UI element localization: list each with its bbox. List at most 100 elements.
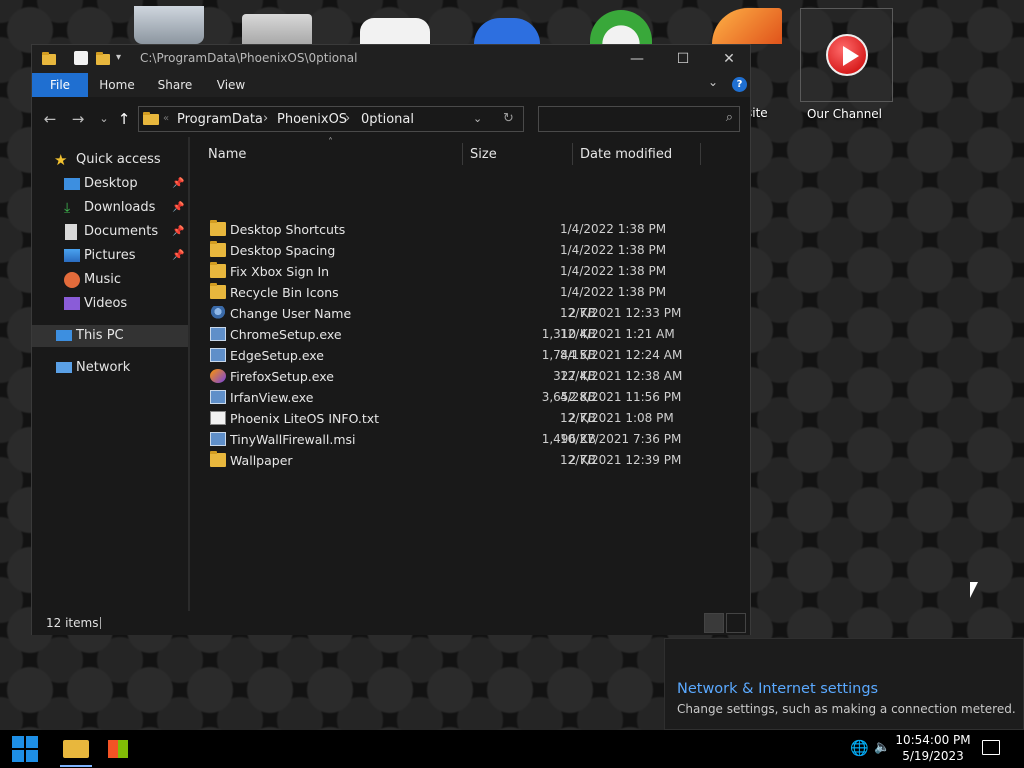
- nav-pictures[interactable]: Pictures 📌: [32, 245, 188, 267]
- file-row[interactable]: Desktop Spacing 1/4/2022 1:38 PM: [206, 240, 746, 261]
- executable-icon: [210, 348, 226, 362]
- pin-icon[interactable]: 📌: [172, 221, 184, 243]
- file-row[interactable]: TinyWallFirewall.msi 1,496 KB 10/27/2021 7…: [206, 429, 746, 450]
- back-button[interactable]: ←: [40, 109, 60, 129]
- chevron-down-icon[interactable]: ▾: [116, 52, 130, 66]
- nav-label: Documents: [84, 224, 159, 239]
- recent-locations-button[interactable]: ⌄: [94, 109, 114, 129]
- properties-icon[interactable]: [74, 51, 88, 65]
- nav-music[interactable]: Music: [32, 269, 188, 291]
- nav-desktop[interactable]: Desktop 📌: [32, 173, 188, 195]
- title-bar[interactable]: ▾ C:\ProgramData\PhoenixOS\0ptional — ☐ …: [32, 45, 750, 73]
- desktop-icon-label: Our Channel: [806, 107, 883, 121]
- nav-label: This PC: [76, 328, 124, 343]
- desktop-icon-label: site: [746, 106, 768, 120]
- nav-quick-access[interactable]: ★ Quick access: [32, 149, 188, 171]
- maximize-button[interactable]: ☐: [660, 45, 706, 73]
- expand-ribbon-icon[interactable]: ⌄: [708, 75, 718, 89]
- column-header-size[interactable]: Size: [470, 147, 497, 162]
- active-indicator: [60, 765, 92, 767]
- breadcrumb-phoenixos[interactable]: PhoenixOS: [277, 112, 347, 127]
- file-row[interactable]: Fix Xbox Sign In 1/4/2022 1:38 PM: [206, 261, 746, 282]
- status-bar: 12 items: [32, 611, 750, 635]
- file-date: 12/4/2021 1:21 AM: [560, 327, 675, 341]
- file-row[interactable]: Recycle Bin Icons 1/4/2022 1:38 PM: [206, 282, 746, 303]
- user-icon: [210, 306, 226, 320]
- pin-icon[interactable]: 📌: [172, 245, 184, 267]
- file-row[interactable]: Desktop Shortcuts 1/4/2022 1:38 PM: [206, 219, 746, 240]
- nav-downloads[interactable]: ⤓ Downloads 📌: [32, 197, 188, 219]
- file-row[interactable]: ChromeSetup.exe 1,310 KB 12/4/2021 1:21 AM: [206, 324, 746, 345]
- file-row[interactable]: Change User Name 2 KB 12/7/2021 12:33 PM: [206, 303, 746, 324]
- nav-label: Network: [76, 360, 131, 375]
- document-icon: [65, 224, 77, 240]
- nav-label: Videos: [84, 296, 128, 311]
- windows-icon: [12, 736, 38, 762]
- network-settings-link[interactable]: Network & Internet settings: [677, 681, 878, 697]
- address-dropdown-icon[interactable]: ⌄: [473, 112, 482, 125]
- overflow-icon[interactable]: «: [163, 113, 169, 124]
- folder-icon: [210, 283, 226, 299]
- breadcrumb-programdata[interactable]: ProgramData: [177, 112, 263, 127]
- file-row[interactable]: EdgeSetup.exe 1,744 KB 8/15/2021 12:24 AM: [206, 345, 746, 366]
- folder-icon: [42, 52, 56, 65]
- text-file-icon: [210, 411, 226, 425]
- start-button[interactable]: [12, 736, 42, 766]
- store-taskbar-button[interactable]: [104, 734, 134, 764]
- column-divider[interactable]: [462, 143, 463, 165]
- file-date: 12/7/2021 1:08 PM: [560, 411, 674, 425]
- file-name: EdgeSetup.exe: [230, 348, 324, 363]
- tab-view[interactable]: View: [208, 73, 254, 97]
- firefox-icon: [210, 369, 226, 383]
- tab-home[interactable]: Home: [94, 73, 140, 97]
- folder-icon: [242, 14, 312, 44]
- clock[interactable]: 10:54:00 PM 5/19/2023: [893, 732, 973, 764]
- forward-button[interactable]: →: [68, 109, 88, 129]
- nav-network[interactable]: Network: [32, 357, 188, 379]
- minimize-button[interactable]: —: [614, 45, 660, 73]
- refresh-icon[interactable]: ↻: [503, 111, 514, 126]
- desktop-icon-our-channel[interactable]: Our Channel: [800, 8, 893, 121]
- nav-videos[interactable]: Videos: [32, 293, 188, 315]
- sort-indicator-icon: ˄: [328, 137, 333, 148]
- file-explorer-taskbar-button[interactable]: [60, 734, 92, 767]
- file-name: IrfanView.exe: [230, 390, 314, 405]
- column-divider[interactable]: [572, 143, 573, 165]
- tab-share[interactable]: Share: [152, 73, 198, 97]
- search-input[interactable]: ⌕: [538, 106, 740, 132]
- up-button[interactable]: ↑: [114, 109, 134, 129]
- close-button[interactable]: ✕: [706, 45, 752, 73]
- tab-file[interactable]: File: [32, 73, 88, 97]
- column-header-date[interactable]: Date modified: [580, 147, 672, 162]
- breadcrumb-separator[interactable]: ›: [345, 111, 350, 126]
- executable-icon: [210, 432, 226, 446]
- ribbon-tabs: File Home Share View ⌄ ?: [32, 73, 750, 97]
- file-row[interactable]: Wallpaper 2 KB 12/7/2021 12:39 PM: [206, 450, 746, 471]
- folder-icon: [210, 451, 226, 467]
- network-icon[interactable]: 🌐: [850, 739, 869, 757]
- nav-this-pc[interactable]: This PC: [32, 325, 188, 347]
- column-header-name[interactable]: Name: [208, 147, 246, 162]
- column-divider[interactable]: [700, 143, 701, 165]
- large-icons-view-button[interactable]: [726, 613, 746, 633]
- new-folder-icon[interactable]: [96, 52, 110, 65]
- file-date: 12/4/2021 12:38 AM: [560, 369, 683, 383]
- volume-muted-icon[interactable]: 🔈: [874, 740, 890, 755]
- pin-icon[interactable]: 📌: [172, 173, 184, 195]
- file-row[interactable]: Phoenix LiteOS INFO.txt 2 KB 12/7/2021 1:0…: [206, 408, 746, 429]
- file-row[interactable]: FirefoxSetup.exe 327 KB 12/4/2021 12:38 AM: [206, 366, 746, 387]
- window-title: C:\ProgramData\PhoenixOS\0ptional: [140, 51, 358, 65]
- address-bar[interactable]: « ProgramData › PhoenixOS › 0ptional ⌄ ↻: [138, 106, 524, 132]
- help-icon[interactable]: ?: [732, 77, 747, 92]
- store-icon: [108, 740, 128, 758]
- details-view-button[interactable]: [704, 613, 724, 633]
- pin-icon[interactable]: 📌: [172, 197, 184, 219]
- file-row[interactable]: IrfanView.exe 3,652 KB 4/28/2021 11:56 PM: [206, 387, 746, 408]
- nav-label: Desktop: [84, 176, 138, 191]
- notification-center-icon[interactable]: [982, 740, 1000, 755]
- breadcrumb-optional[interactable]: 0ptional: [361, 112, 414, 127]
- network-settings-popup[interactable]: Network & Internet settings Change setti…: [664, 638, 1024, 730]
- file-name: Phoenix LiteOS INFO.txt: [230, 411, 380, 426]
- nav-documents[interactable]: Documents 📌: [32, 221, 188, 243]
- breadcrumb-separator[interactable]: ›: [263, 111, 268, 126]
